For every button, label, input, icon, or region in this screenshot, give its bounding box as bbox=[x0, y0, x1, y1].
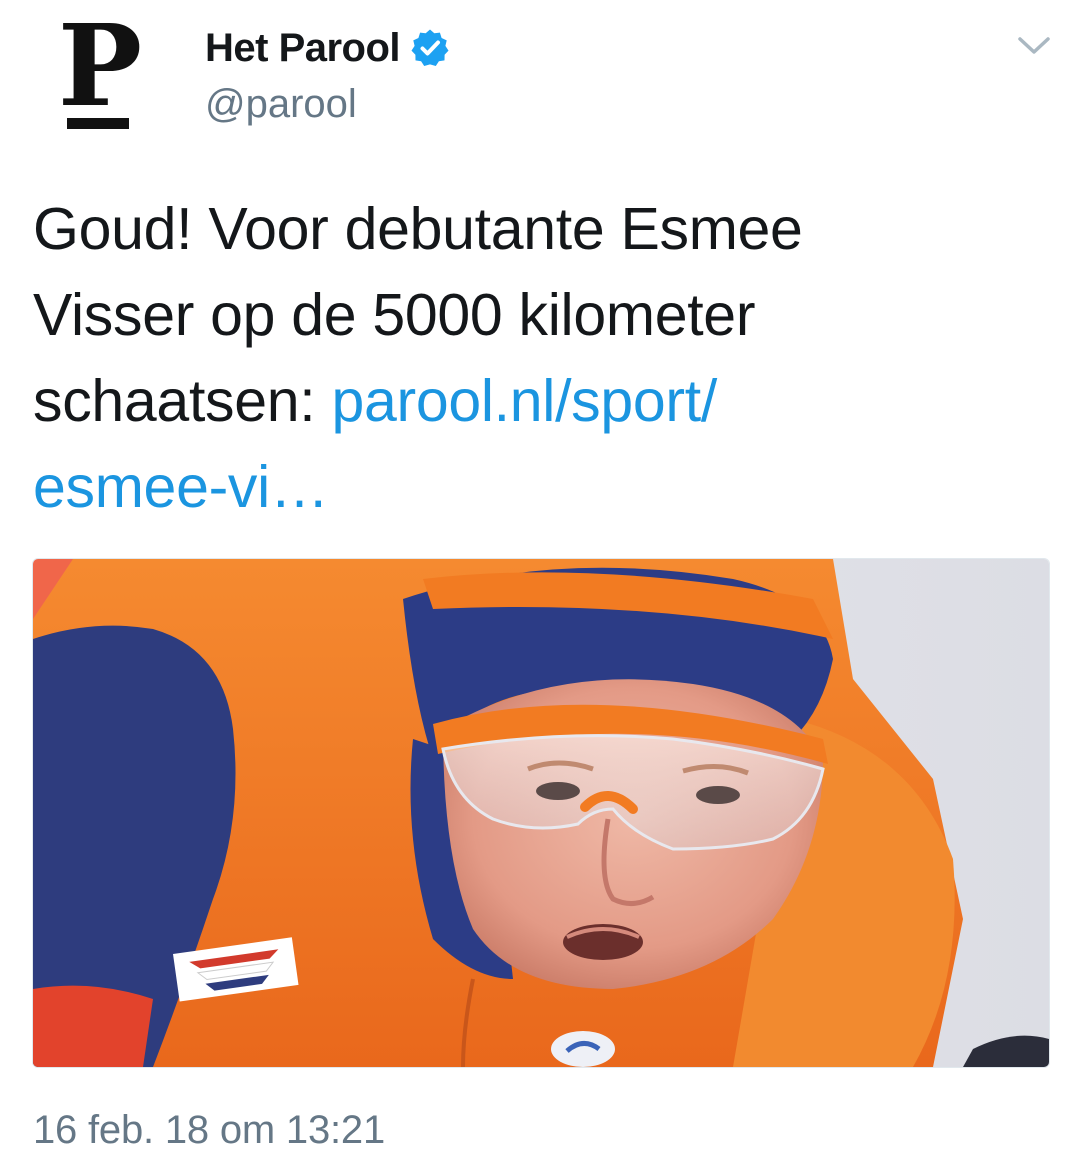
tweet-link[interactable]: parool.nl/sport/ bbox=[331, 368, 717, 434]
verified-badge-icon bbox=[410, 28, 450, 68]
tweet-timestamp[interactable]: 16 feb. 18 om 13:21 bbox=[33, 1108, 385, 1153]
tweet-text-fragment: schaatsen: bbox=[33, 368, 332, 434]
tweet-text: Goud! Voor debutante Esmee Visser op de … bbox=[33, 186, 1043, 530]
tweet-link-continued[interactable]: esmee-vi… bbox=[33, 454, 329, 520]
avatar[interactable]: P bbox=[40, 1, 160, 132]
avatar-logo-letter: P bbox=[57, 1, 143, 132]
tweet-text-line: Goud! Voor debutante Esmee bbox=[33, 196, 803, 262]
account-name[interactable]: Het Parool bbox=[205, 26, 401, 71]
account-handle[interactable]: @parool bbox=[205, 82, 357, 127]
tweet-text-line: Visser op de 5000 kilometer bbox=[33, 282, 756, 348]
account-name-row[interactable]: Het Parool bbox=[205, 22, 450, 74]
tweet-media-image[interactable] bbox=[32, 558, 1050, 1068]
chevron-down-icon[interactable] bbox=[1013, 30, 1055, 60]
tweet-text-line: esmee-vi… bbox=[33, 444, 1043, 530]
tweet-text-line: schaatsen: parool.nl/sport/ bbox=[33, 358, 1043, 444]
avatar-logo-bar bbox=[67, 118, 129, 129]
